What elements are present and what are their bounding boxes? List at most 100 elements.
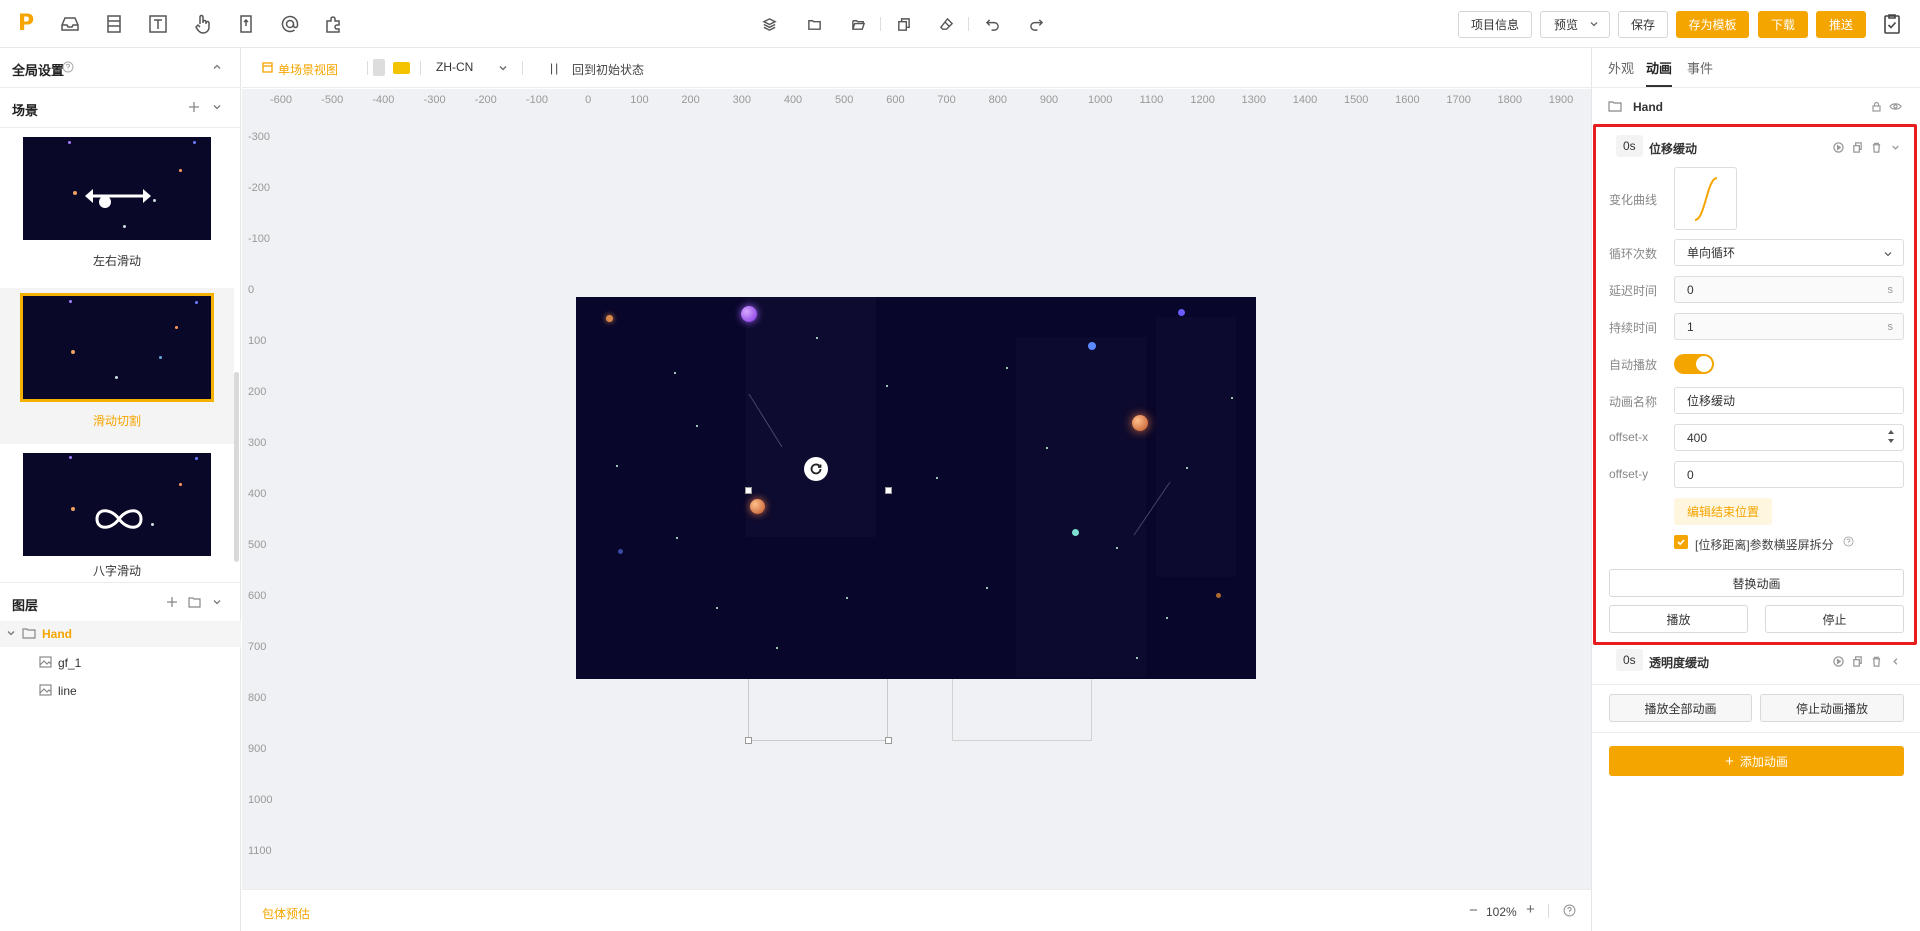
ruler-tick-label: 1500 bbox=[1343, 94, 1369, 106]
resize-handle[interactable] bbox=[885, 487, 892, 494]
project-info-button[interactable]: 项目信息 bbox=[1458, 11, 1532, 38]
lock-icon[interactable] bbox=[1871, 101, 1882, 115]
language-value: ZH-CN bbox=[436, 60, 474, 74]
save-button[interactable]: 保存 bbox=[1618, 11, 1668, 38]
global-settings-header[interactable]: 全局设置 bbox=[0, 48, 241, 88]
at-icon[interactable] bbox=[278, 12, 302, 36]
ruler-tick-label: 1000 bbox=[1087, 94, 1113, 106]
package-estimate-link[interactable]: 包体预估 bbox=[262, 905, 310, 922]
ruler-tick-label: 300 bbox=[732, 94, 751, 106]
scene-thumbnail bbox=[20, 293, 214, 402]
undo-icon[interactable] bbox=[982, 14, 1002, 34]
caret-down-icon[interactable] bbox=[6, 627, 16, 641]
zoom-in-icon[interactable]: + bbox=[1526, 901, 1535, 918]
tab-appearance[interactable]: 外观 bbox=[1608, 58, 1634, 77]
help-icon[interactable] bbox=[1563, 904, 1576, 920]
canvas-workspace[interactable]: -600 -500 -400 -300 -200 -100 0 100 200 300 400 500… bbox=[242, 89, 1591, 889]
save-template-button[interactable]: 存为模板 bbox=[1676, 11, 1749, 38]
folder-icon[interactable] bbox=[804, 14, 824, 34]
publish-button[interactable]: 推送 bbox=[1816, 11, 1866, 38]
tab-events[interactable]: 事件 bbox=[1687, 58, 1713, 77]
scenes-title: 场景 bbox=[12, 103, 39, 118]
redo-icon[interactable] bbox=[1026, 14, 1046, 34]
single-view-toggle[interactable]: 单场景视图 bbox=[278, 61, 338, 78]
resize-handle[interactable] bbox=[745, 487, 752, 494]
ruler-tick-label: -100 bbox=[525, 94, 549, 106]
preview-dropdown[interactable]: 预览 bbox=[1540, 11, 1610, 38]
bg-color-swatch[interactable] bbox=[373, 59, 385, 76]
layers-header: 图层 bbox=[0, 582, 241, 622]
layer-row-gf1[interactable]: gf_1 bbox=[0, 650, 241, 676]
pause-icon: || bbox=[550, 61, 561, 75]
plugin-icon[interactable] bbox=[322, 12, 346, 36]
add-scene-icon[interactable] bbox=[188, 101, 200, 116]
trash-icon[interactable] bbox=[1870, 655, 1882, 667]
resize-handle[interactable] bbox=[745, 737, 752, 744]
resize-handle[interactable] bbox=[885, 737, 892, 744]
ruler-tick-label: -400 bbox=[372, 94, 395, 106]
image-icon bbox=[39, 655, 52, 671]
ruler-tick-label: -200 bbox=[474, 94, 497, 106]
ruler-tick-label: -500 bbox=[321, 94, 344, 106]
add-folder-icon[interactable] bbox=[188, 596, 201, 611]
tab-animation[interactable]: 动画 bbox=[1646, 58, 1672, 77]
rotate-handle-icon[interactable] bbox=[804, 457, 828, 481]
help-icon[interactable] bbox=[62, 61, 74, 76]
text-icon[interactable] bbox=[146, 12, 170, 36]
reset-state-button[interactable]: 回到初始状态 bbox=[572, 61, 644, 78]
add-animation-button[interactable]: + 添加动画 bbox=[1609, 746, 1904, 776]
layer-row-hand[interactable]: Hand bbox=[0, 621, 241, 647]
scenes-scrollbar[interactable] bbox=[234, 372, 239, 562]
anim-time-badge: 0s bbox=[1616, 649, 1643, 671]
gesture-icon[interactable] bbox=[190, 12, 214, 36]
ruler-tick-label: 800 bbox=[988, 94, 1007, 106]
chevron-left-icon[interactable] bbox=[1889, 655, 1901, 667]
scene-thumbnail bbox=[23, 137, 211, 240]
download-button[interactable]: 下载 bbox=[1758, 11, 1808, 38]
scene-card[interactable]: 八字滑动 bbox=[0, 444, 234, 600]
top-toolbar: P 项目信息 预览 保存 存为模板 下载 推送 bbox=[0, 0, 1920, 48]
ruler-tick-label: 1300 bbox=[1241, 94, 1267, 106]
chevron-down-icon[interactable] bbox=[211, 596, 223, 611]
chevron-up-icon[interactable] bbox=[211, 61, 223, 76]
ruler-tick-label: 1100 bbox=[1139, 94, 1164, 106]
eye-icon[interactable] bbox=[1889, 101, 1902, 115]
stop-all-button[interactable]: 停止动画播放 bbox=[1760, 694, 1904, 722]
phone-icon[interactable] bbox=[234, 12, 258, 36]
zoom-out-icon[interactable]: − bbox=[1469, 902, 1478, 919]
copy-icon[interactable] bbox=[893, 14, 913, 34]
scene-name: 左右滑动 bbox=[92, 254, 141, 268]
ruler-tick-label: 0 bbox=[585, 94, 592, 106]
scene-card[interactable]: 左右滑动 bbox=[0, 128, 234, 284]
language-select[interactable]: ZH-CN bbox=[436, 60, 516, 76]
ruler-tick-label: 100 bbox=[630, 94, 649, 106]
layer-row-line[interactable]: line bbox=[0, 678, 241, 704]
checklist-icon[interactable] bbox=[1880, 12, 1904, 36]
play-circle-icon[interactable] bbox=[1832, 655, 1844, 667]
accent-color-swatch[interactable] bbox=[393, 62, 410, 74]
layer-name: Hand bbox=[42, 627, 72, 641]
eraser-icon[interactable] bbox=[936, 14, 956, 34]
ruler-tick-label: 400 bbox=[248, 488, 267, 500]
anim-title[interactable]: 透明度缓动 bbox=[1649, 654, 1709, 671]
highlight-box bbox=[1593, 124, 1917, 645]
folder-open-icon[interactable] bbox=[848, 14, 868, 34]
ruler-tick-label: 100 bbox=[248, 335, 267, 347]
scene-card-active[interactable]: 滑动切割 bbox=[0, 288, 234, 444]
duplicate-icon[interactable] bbox=[1851, 655, 1863, 667]
layers-icon[interactable] bbox=[759, 14, 779, 34]
add-layer-icon[interactable] bbox=[166, 596, 178, 611]
ruler-tick-label: 700 bbox=[248, 641, 267, 653]
chevron-down-icon bbox=[1589, 18, 1599, 32]
scene-stage[interactable] bbox=[576, 297, 1256, 679]
folder-icon bbox=[1608, 100, 1622, 115]
ruler-tick-label: 0 bbox=[248, 284, 255, 296]
play-all-button[interactable]: 播放全部动画 bbox=[1609, 694, 1752, 722]
ruler-tick-label: 1100 bbox=[248, 845, 272, 857]
inbox-icon[interactable] bbox=[58, 12, 82, 36]
layout-icon[interactable] bbox=[102, 12, 126, 36]
ruler-tick-label: 900 bbox=[248, 743, 267, 755]
chevron-down-icon[interactable] bbox=[211, 101, 223, 116]
selection-box[interactable] bbox=[748, 679, 888, 741]
ruler-tick-label: 1700 bbox=[1446, 94, 1471, 106]
